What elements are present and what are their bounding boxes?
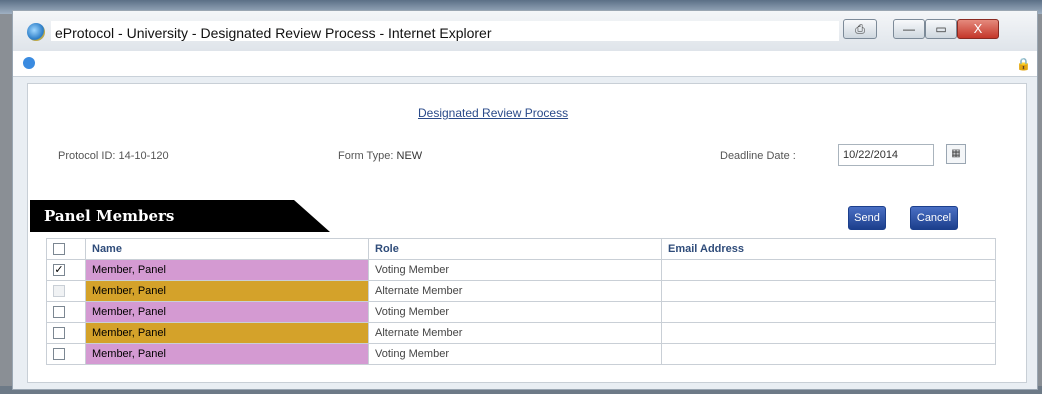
row-checkbox-cell: ✓	[46, 259, 86, 281]
row-checkbox[interactable]	[53, 306, 65, 319]
address-bar[interactable]: 🔒	[13, 51, 1037, 77]
cancel-button[interactable]: Cancel	[910, 206, 958, 230]
page-icon	[23, 57, 35, 69]
member-email	[661, 343, 996, 365]
form-type-value: NEW	[396, 150, 423, 162]
maximize-icon: ▭	[935, 22, 947, 36]
calendar-icon[interactable]: ▦	[946, 144, 966, 164]
titlebar: eProtocol - University - Designated Revi…	[13, 11, 1037, 51]
maximize-button[interactable]: ▭	[925, 19, 957, 39]
member-name: Member, Panel	[85, 259, 369, 281]
member-name: Member, Panel	[85, 322, 369, 344]
table-row[interactable]: Member, Panel Voting Member	[46, 301, 996, 323]
table-row[interactable]: ✓ Member, Panel Voting Member	[46, 259, 996, 281]
table-row[interactable]: Member, Panel Alternate Member	[46, 280, 996, 302]
form-type: Form Type: NEW	[338, 150, 422, 162]
row-checkbox-cell	[46, 280, 86, 302]
minimize-icon: —	[903, 22, 915, 36]
table-row[interactable]: Member, Panel Alternate Member	[46, 322, 996, 344]
lock-icon: 🔒	[1016, 57, 1031, 71]
panel-members-table: Name Role Email Address ✓ Member, Panel …	[46, 238, 996, 365]
row-checkbox-cell	[46, 301, 86, 323]
member-role: Voting Member	[368, 343, 662, 365]
page-content: Designated Review Process Protocol ID: 1…	[27, 83, 1027, 383]
print-button[interactable]: ⎙	[843, 19, 877, 39]
member-role: Alternate Member	[368, 322, 662, 344]
member-email	[661, 259, 996, 281]
table-header-row: Name Role Email Address	[46, 238, 996, 260]
member-email	[661, 301, 996, 323]
deadline-date-field[interactable]: 10/22/2014	[838, 144, 934, 166]
column-header-name: Name	[85, 238, 369, 260]
member-email	[661, 280, 996, 302]
member-email	[661, 322, 996, 344]
printer-icon: ⎙	[855, 22, 865, 36]
member-role: Voting Member	[368, 301, 662, 323]
row-checkbox	[53, 285, 65, 298]
member-name: Member, Panel	[85, 280, 369, 302]
window-title: eProtocol - University - Designated Revi…	[51, 21, 839, 41]
table-row[interactable]: Member, Panel Voting Member	[46, 343, 996, 365]
row-checkbox[interactable]	[53, 348, 65, 361]
minimize-button[interactable]: —	[893, 19, 925, 39]
panel-title: Panel Members	[44, 207, 175, 225]
row-checkbox[interactable]: ✓	[53, 264, 65, 277]
panel-header: Panel Members	[30, 200, 330, 232]
browser-window: eProtocol - University - Designated Revi…	[12, 10, 1038, 390]
row-checkbox-cell	[46, 343, 86, 365]
select-all-checkbox[interactable]	[53, 243, 65, 256]
member-name: Member, Panel	[85, 301, 369, 323]
form-type-label: Form Type:	[338, 150, 394, 162]
page-title[interactable]: Designated Review Process	[418, 106, 568, 120]
member-name: Member, Panel	[85, 343, 369, 365]
ie-logo-icon	[27, 23, 45, 41]
deadline-label: Deadline Date :	[720, 150, 796, 162]
row-checkbox-cell	[46, 322, 86, 344]
column-header-role: Role	[368, 238, 662, 260]
member-role: Voting Member	[368, 259, 662, 281]
member-role: Alternate Member	[368, 280, 662, 302]
close-button[interactable]: X	[957, 19, 999, 39]
column-header-email: Email Address	[661, 238, 996, 260]
select-all-cell	[46, 238, 86, 260]
protocol-id: Protocol ID: 14-10-120	[58, 150, 169, 162]
row-checkbox[interactable]	[53, 327, 65, 340]
send-button[interactable]: Send	[848, 206, 886, 230]
